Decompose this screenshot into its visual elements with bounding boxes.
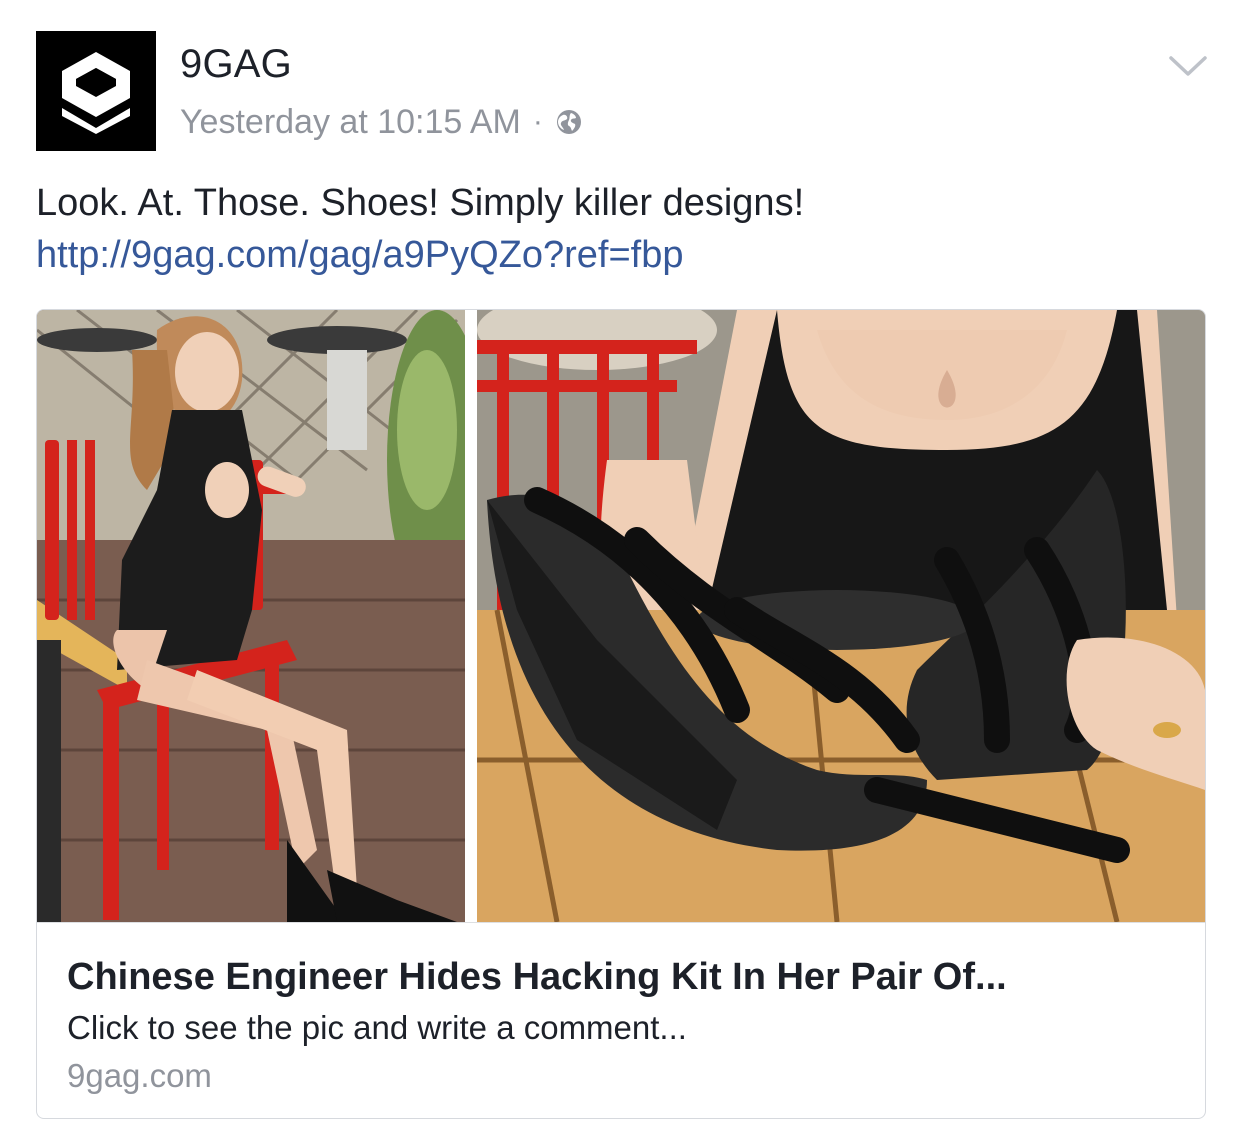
post-message: Look. At. Those. Shoes! Simply killer de…: [36, 182, 805, 224]
post-url-link[interactable]: http://9gag.com/gag/a9PyQZo?ref=fbp: [36, 232, 683, 278]
9gag-logo-icon: [62, 52, 130, 134]
card-title[interactable]: Chinese Engineer Hides Hacking Kit In He…: [67, 954, 1007, 1000]
globe-icon: [556, 110, 581, 134]
meta-separator: ·: [532, 105, 543, 138]
card-description: Click to see the pic and write a comment…: [67, 1009, 687, 1046]
post-timestamp[interactable]: Yesterday at 10:15 AM: [180, 103, 521, 142]
post-meta: Yesterday at 10:15 AM ·: [180, 100, 583, 144]
chevron-down-icon: [1169, 56, 1207, 76]
card-domain: 9gag.com: [67, 1057, 212, 1094]
link-preview-card[interactable]: Chinese Engineer Hides Hacking Kit In He…: [36, 309, 1206, 1119]
photo-shoes-on-table: [477, 310, 1205, 922]
photo-woman-seated: [37, 310, 465, 922]
card-image[interactable]: [37, 310, 1205, 922]
card-divider: [37, 922, 1205, 923]
page-name-link[interactable]: 9GAG: [180, 40, 292, 88]
feed-post: 9GAG Yesterday at 10:15 AM · Look. At. T…: [0, 0, 1242, 1134]
page-avatar[interactable]: [36, 31, 156, 151]
post-options-button[interactable]: [1166, 46, 1210, 86]
